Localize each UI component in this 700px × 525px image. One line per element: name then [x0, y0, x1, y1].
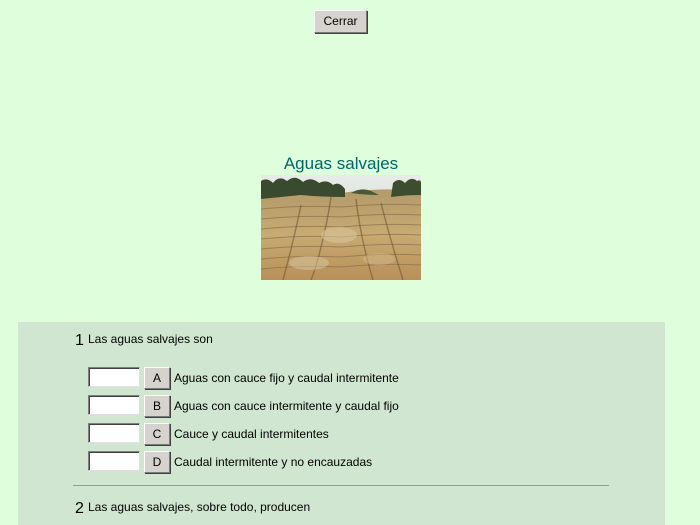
answer-input-d[interactable]	[88, 451, 140, 471]
answer-input-c[interactable]	[88, 423, 140, 443]
question-text: Las aguas salvajes son	[88, 332, 213, 346]
question-number: 2	[75, 500, 84, 517]
close-button[interactable]: Cerrar	[314, 10, 367, 33]
option-d-button[interactable]: D	[144, 451, 170, 473]
option-d-text: Caudal intermitente y no encauzadas	[174, 455, 373, 469]
quiz-panel: 1 Las aguas salvajes son A Aguas con cau…	[18, 322, 665, 525]
option-b-button[interactable]: B	[144, 395, 170, 417]
gully-erosion-photo	[261, 175, 421, 280]
option-c-text: Cauce y caudal intermitentes	[174, 427, 329, 441]
question-divider	[73, 485, 609, 486]
question-number: 1	[75, 332, 84, 349]
answer-input-b[interactable]	[88, 395, 140, 415]
option-b-text: Aguas con cauce intermitente y caudal fi…	[174, 399, 399, 413]
option-c-button[interactable]: C	[144, 423, 170, 445]
option-a-button[interactable]: A	[144, 367, 170, 389]
option-a-text: Aguas con cauce fijo y caudal intermiten…	[174, 371, 399, 385]
question-text: Las aguas salvajes, sobre todo, producen	[88, 500, 311, 514]
answer-input-a[interactable]	[88, 367, 140, 387]
page-title: Aguas salvajes	[283, 154, 399, 173]
